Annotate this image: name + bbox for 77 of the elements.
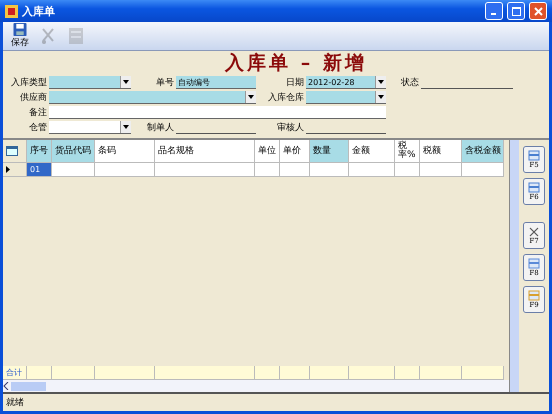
combo-box[interactable] (49, 121, 131, 134)
input-field[interactable]: 自动编号 (176, 76, 256, 89)
field-label: 日期 (285, 76, 305, 89)
scrollbar-thumb[interactable] (11, 382, 46, 390)
close-icon (534, 6, 542, 16)
column-header[interactable]: 序号 (27, 140, 52, 163)
column-header[interactable]: 税额 (420, 140, 462, 163)
dropdown-arrow-icon (123, 125, 129, 129)
dropdown-arrow-icon (248, 95, 254, 99)
dropdown-arrow-icon (378, 80, 384, 84)
grid-cell[interactable] (349, 163, 395, 177)
field-label: 单号 (155, 76, 175, 89)
total-cell (95, 366, 155, 380)
combo-box[interactable]: 2012-02-28 (306, 76, 386, 89)
table-row-icon (528, 182, 540, 193)
column-header[interactable]: 货品代码 (52, 140, 95, 163)
form-icon (68, 27, 84, 45)
combo-box[interactable] (306, 91, 386, 104)
total-label: 合计 (3, 366, 27, 380)
combo-box[interactable] (49, 91, 256, 104)
grid-cell[interactable] (462, 163, 504, 177)
cross-icon (529, 226, 539, 236)
total-cell (280, 366, 310, 380)
close-button[interactable] (529, 2, 547, 20)
table-icon (6, 146, 18, 156)
column-header[interactable]: 条码 (95, 140, 155, 163)
total-cell (255, 366, 280, 380)
field-label: 仓管 (28, 122, 48, 134)
total-cell (349, 366, 395, 380)
minimize-button[interactable] (485, 2, 503, 20)
column-header[interactable]: 税率% (395, 140, 420, 163)
dropdown-arrow-icon (378, 95, 384, 99)
save-button[interactable]: 保存 (9, 23, 31, 49)
vertical-scrollbar[interactable] (510, 140, 519, 392)
grid-cell[interactable] (310, 163, 349, 177)
form-heading: 入库单 – 新增 (224, 51, 368, 76)
column-header[interactable]: 金额 (349, 140, 395, 163)
field-label: 审核人 (276, 122, 305, 134)
total-cell (395, 366, 420, 380)
dropdown-arrow-icon (123, 80, 129, 84)
maximize-button[interactable] (507, 2, 525, 20)
field-label: 入库类型 (10, 76, 48, 89)
combo-box[interactable] (49, 76, 131, 89)
field-label: 备注 (28, 106, 48, 119)
field-label: 供应商 (19, 92, 48, 104)
status-bar: 就绪 (3, 392, 549, 411)
grid-cell[interactable] (280, 163, 310, 177)
grid-cell[interactable] (395, 163, 420, 177)
current-row-icon (6, 166, 10, 173)
total-cell (310, 366, 349, 380)
total-cell (27, 366, 52, 380)
grid-cell[interactable]: 01 (27, 163, 52, 177)
column-header[interactable]: 含税金额 (462, 140, 504, 163)
total-cell (52, 366, 95, 380)
window-title: 入库单 (22, 4, 56, 18)
scroll-left-icon[interactable] (3, 382, 9, 390)
grid-cell[interactable] (95, 163, 155, 177)
grid-cell[interactable] (255, 163, 280, 177)
total-cell (420, 366, 462, 380)
scissors-icon (40, 27, 56, 45)
clipboard-icon (528, 290, 540, 301)
column-header[interactable]: 品名规格 (155, 140, 255, 163)
field-label: 制单人 (146, 122, 175, 134)
copy-icon (528, 258, 540, 269)
app-icon (5, 4, 18, 18)
grid-cell[interactable] (420, 163, 462, 177)
maximize-icon (512, 6, 520, 16)
input-field[interactable] (49, 106, 386, 119)
column-header[interactable]: 数量 (310, 140, 349, 163)
grid-cell[interactable] (52, 163, 95, 177)
column-header[interactable]: 单价 (280, 140, 310, 163)
field-label: 状态 (400, 76, 420, 89)
table-row-icon (528, 150, 540, 161)
field-label: 入库仓库 (267, 92, 305, 104)
grid-cell[interactable] (155, 163, 255, 177)
total-cell (462, 366, 504, 380)
column-header[interactable]: 单位 (255, 140, 280, 163)
